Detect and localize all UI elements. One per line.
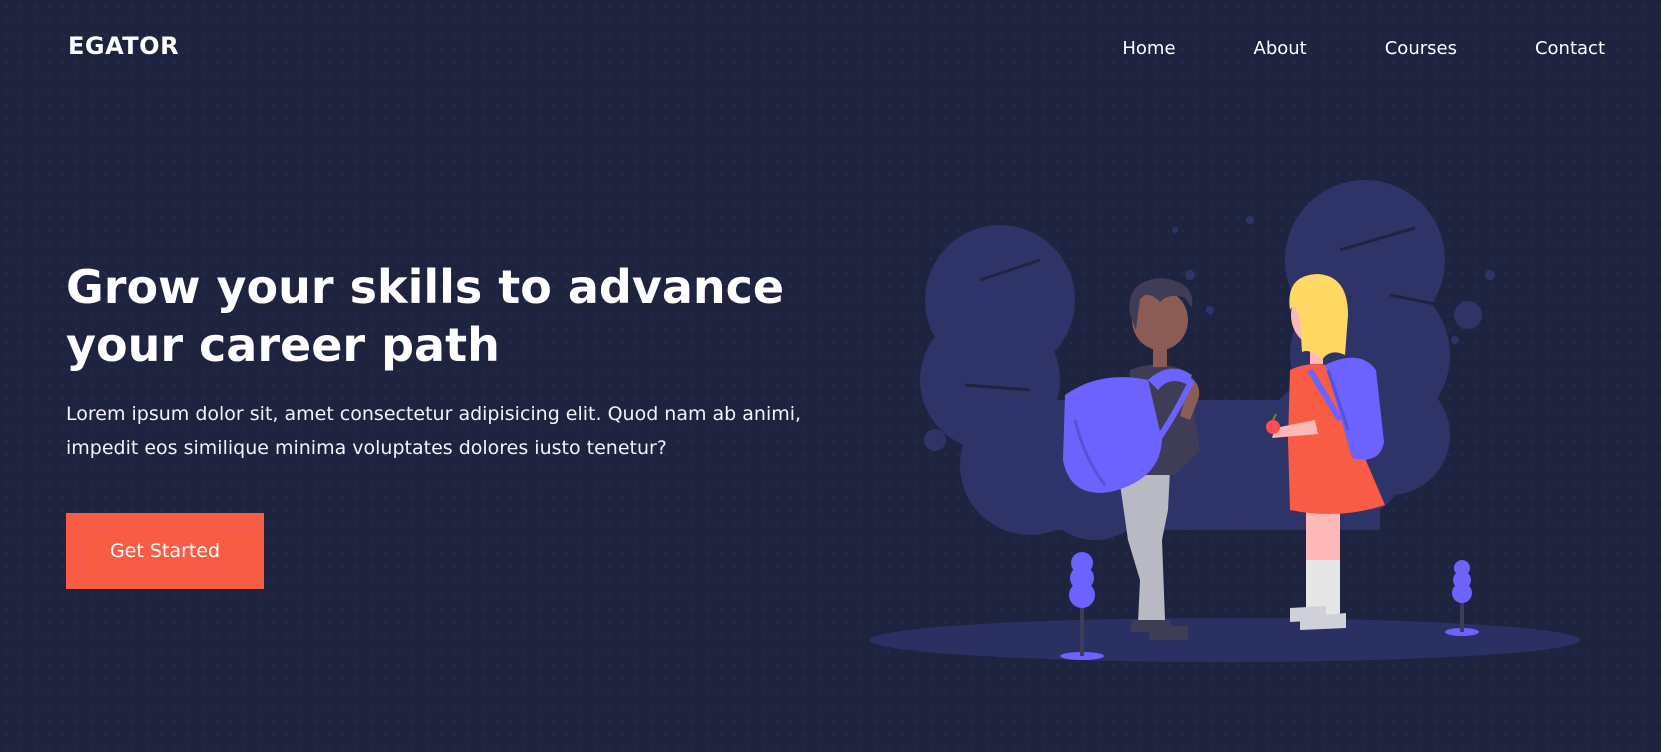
nav-home-link[interactable]: Home: [1122, 38, 1175, 59]
nav-contact-link[interactable]: Contact: [1535, 38, 1605, 59]
hero-description: Lorem ipsum dolor sit, amet consectetur …: [66, 403, 802, 459]
students-with-backpacks-illustration: [870, 180, 1580, 662]
nav-courses-link[interactable]: Courses: [1385, 38, 1457, 59]
get-started-button[interactable]: Get Started: [66, 513, 264, 589]
hero-title: Grow your skills to advance your career …: [66, 260, 785, 372]
main-nav: Home About Courses Contact: [1044, 38, 1605, 59]
brand-logo[interactable]: EGATOR: [68, 32, 179, 60]
nav-about-link[interactable]: About: [1254, 38, 1307, 59]
ground-shadow: [870, 618, 1580, 662]
apple-icon: [1266, 420, 1280, 434]
